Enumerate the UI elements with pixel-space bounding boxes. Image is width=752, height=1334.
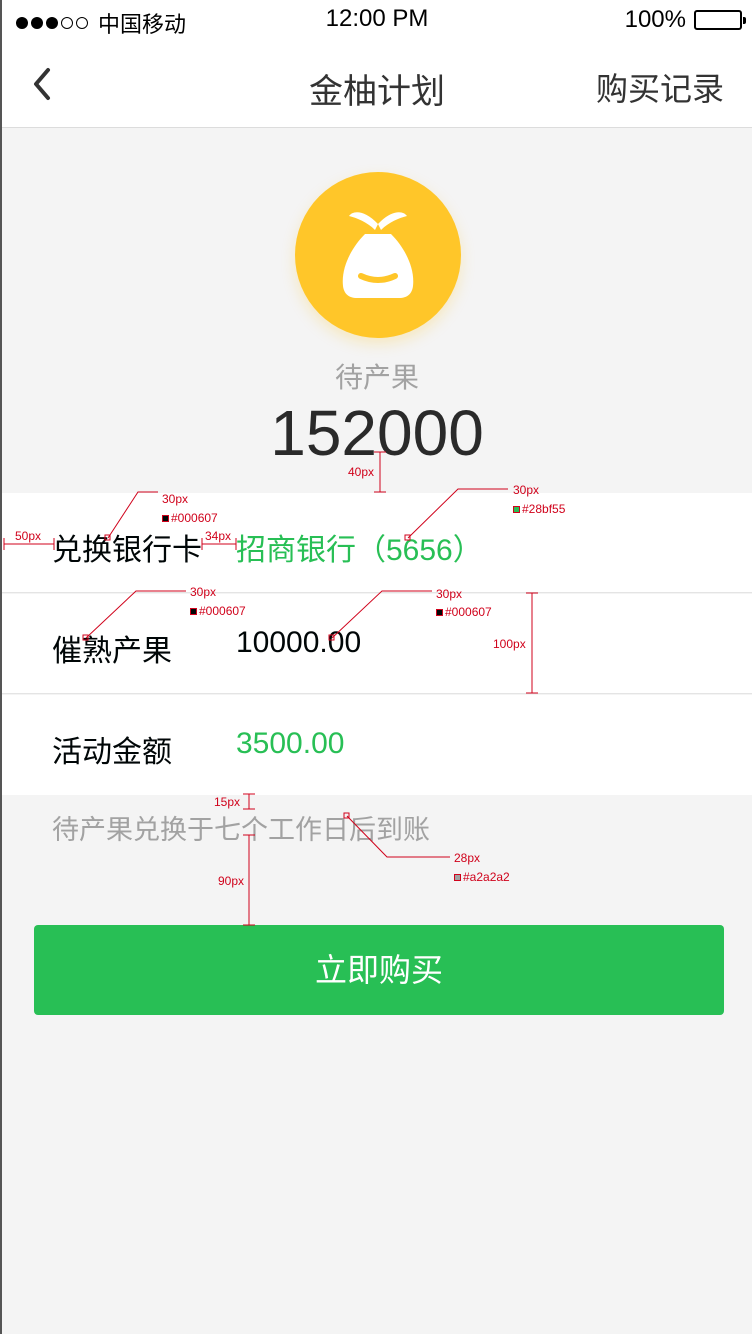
- activity-amount-label: 活动金额: [52, 735, 172, 770]
- pending-fruit-value: 152000: [270, 397, 484, 469]
- annotation-row-100: 100px: [493, 637, 526, 651]
- nav-bar: 金柚计划 购买记录: [2, 40, 752, 128]
- annotation-gap-40: 40px: [348, 465, 375, 479]
- bank-card-label: 兑换银行卡: [52, 533, 202, 568]
- purchase-history-link[interactable]: 购买记录: [596, 64, 724, 110]
- activity-amount-row: 活动金额 3500.00: [2, 695, 752, 795]
- annotation-color-green: #28bf55: [513, 503, 565, 515]
- annotation-gap-15: 15px: [214, 795, 241, 809]
- annotation-color-dark: #000607: [190, 605, 246, 617]
- money-bag-icon: [295, 172, 461, 338]
- annotation-size-28: 28px: [454, 851, 481, 865]
- bank-card-row[interactable]: 兑换银行卡 招商银行（5656）: [2, 493, 752, 593]
- annotation-size-30: 30px: [513, 483, 540, 497]
- status-right: 100%: [624, 6, 746, 34]
- annotation-gap-90: 90px: [218, 874, 245, 888]
- bank-card-value: 招商银行（5656）: [236, 534, 483, 567]
- buy-now-button[interactable]: 立即购买: [34, 925, 724, 1015]
- annotation-color-gray: #a2a2a2: [454, 871, 510, 883]
- annotation-size-30: 30px: [436, 587, 463, 601]
- ripen-fruit-row: 催熟产果 10000.00: [2, 594, 752, 694]
- annotation-color-dark: #000607: [436, 606, 492, 618]
- annotation-left-50: 50px: [15, 529, 42, 543]
- annotation-size-30: 30px: [162, 492, 189, 506]
- arrival-notice: 待产果兑换于七个工作日后到账: [52, 815, 430, 846]
- ripen-fruit-label: 催熟产果: [52, 634, 172, 669]
- pending-fruit-label: 待产果: [334, 361, 419, 394]
- activity-amount-value: 3500.00: [236, 727, 345, 760]
- annotation-color-dark: #000607: [162, 512, 218, 524]
- annotation-size-30: 30px: [190, 585, 217, 599]
- status-bar: 中国移动 12:00 PM 100%: [2, 0, 752, 40]
- ripen-fruit-value: 10000.00: [236, 626, 362, 659]
- annotation-gap-34: 34px: [205, 529, 232, 543]
- battery-icon: [694, 10, 746, 30]
- battery-percent: 100%: [624, 6, 686, 33]
